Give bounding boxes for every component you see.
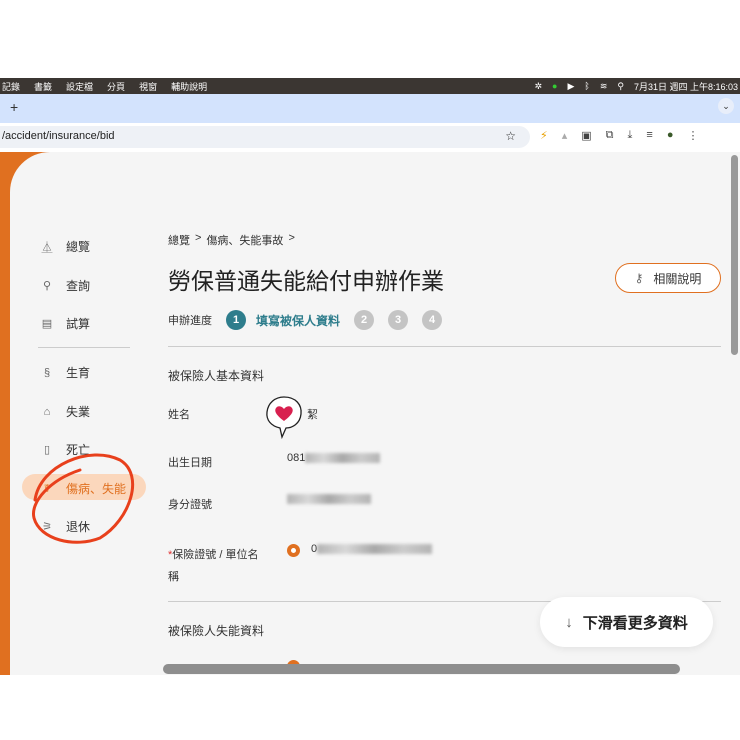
horizontal-scrollbar[interactable]: [163, 664, 680, 674]
menu-kebab-icon[interactable]: ⋮: [687, 129, 698, 142]
breadcrumb: 總覽 > 傷病、失能事故 >: [168, 232, 295, 248]
profile-avatar[interactable]: ●: [667, 129, 674, 142]
menu-bookmarks[interactable]: 書籤: [34, 80, 52, 93]
step-2: 2: [354, 310, 375, 330]
clock[interactable]: 7月31日 週四 上午8:16:03: [634, 80, 738, 93]
dob-value: 081: [287, 452, 381, 464]
step-3: 3: [388, 310, 409, 330]
sidebar-item-unemployment[interactable]: ⌂ 失業: [40, 403, 90, 420]
media-icon[interactable]: ≡: [646, 129, 652, 142]
redacted: [305, 453, 381, 463]
extension-icon[interactable]: ▣: [581, 129, 591, 142]
sidebar-item-overview[interactable]: ⏅ 總覽: [40, 238, 91, 255]
play-icon[interactable]: ▶: [567, 81, 574, 92]
dob-label: 出生日期: [168, 457, 212, 469]
breadcrumb-overview[interactable]: 總覽: [168, 232, 190, 248]
red-circle-annotation: [32, 453, 135, 544]
insurance-value: 0: [311, 543, 433, 555]
arrow-down-icon: ↓: [565, 613, 573, 631]
menu-help[interactable]: 輔助說明: [171, 80, 207, 93]
redacted: [317, 544, 433, 554]
id-label: 身分證號: [168, 499, 212, 511]
menu-profiles[interactable]: 設定檔: [66, 80, 93, 93]
url-text: /accident/insurance/bid: [2, 130, 115, 142]
sidebar-divider: [38, 347, 130, 348]
url-input[interactable]: /accident/insurance/bid ☆: [0, 126, 530, 148]
insurance-radio[interactable]: [287, 544, 300, 557]
overview-icon: ⏅: [41, 241, 53, 254]
calculator-icon: ▤: [41, 318, 53, 330]
step-1-label: 填寫被保人資料: [256, 313, 341, 328]
download-icon[interactable]: ⤓: [628, 129, 633, 142]
scroll-more-button[interactable]: ↓ 下滑看更多資料: [540, 597, 713, 647]
unemployment-icon: ⌂: [43, 405, 51, 418]
breadcrumb-injury[interactable]: 傷病、失能事故: [206, 232, 283, 248]
section-disability-info: 被保險人失能資料: [168, 624, 265, 638]
key-icon: ⚷: [634, 271, 644, 285]
new-tab-button[interactable]: +: [10, 99, 18, 115]
step-4: 4: [422, 310, 443, 330]
progress-steps: 申辦進度 1 填寫被保人資料 2 3 4: [168, 310, 443, 330]
sidebar-item-calculate[interactable]: ▤ 試算: [40, 315, 90, 332]
sidebar-item-birth[interactable]: § 生育: [40, 364, 90, 381]
menu-history[interactable]: 記錄: [2, 80, 20, 93]
settings-icon[interactable]: ✲: [535, 81, 543, 92]
tab-bar: + ⌄: [0, 94, 740, 123]
divider: [168, 346, 721, 347]
name-label: 姓名: [168, 409, 190, 421]
birth-icon: §: [43, 366, 51, 379]
vertical-scrollbar[interactable]: [731, 155, 738, 355]
wifi-icon[interactable]: ≋: [600, 81, 608, 92]
bluetooth-icon[interactable]: ᛒ: [584, 81, 589, 91]
line-icon[interactable]: ●: [552, 81, 557, 91]
extensions-puzzle-icon[interactable]: ⧉: [606, 129, 614, 142]
name-value: 絜: [307, 409, 318, 421]
step-1: 1: [226, 310, 246, 330]
extension-icon[interactable]: ▴: [562, 129, 568, 142]
sidebar-item-search[interactable]: ⚲ 查詢: [40, 277, 90, 294]
bookmark-star-icon[interactable]: ☆: [505, 129, 516, 143]
progress-label: 申辦進度: [168, 315, 212, 327]
extension-icon[interactable]: ⚡: [540, 129, 548, 142]
menu-window[interactable]: 視窗: [139, 80, 157, 93]
spotlight-icon[interactable]: ⚲: [617, 81, 624, 92]
macos-menubar: 記錄 書籤 設定檔 分頁 視窗 輔助說明 ✲ ● ▶ ᛒ ≋ ⚲ 7月31日 週…: [0, 78, 740, 94]
help-button[interactable]: ⚷ 相關說明: [615, 263, 721, 293]
id-value-redacted: [287, 494, 371, 504]
tab-search-chevron-icon[interactable]: ⌄: [718, 98, 734, 114]
page-title: 勞保普通失能給付申辦作業: [168, 268, 444, 294]
menu-tabs[interactable]: 分頁: [107, 80, 125, 93]
search-icon: ⚲: [42, 280, 52, 292]
section-basic-info: 被保險人基本資料: [168, 369, 265, 383]
insurance-label: *保險證號 / 單位名稱: [168, 549, 259, 583]
heart-sticker: [266, 396, 302, 440]
